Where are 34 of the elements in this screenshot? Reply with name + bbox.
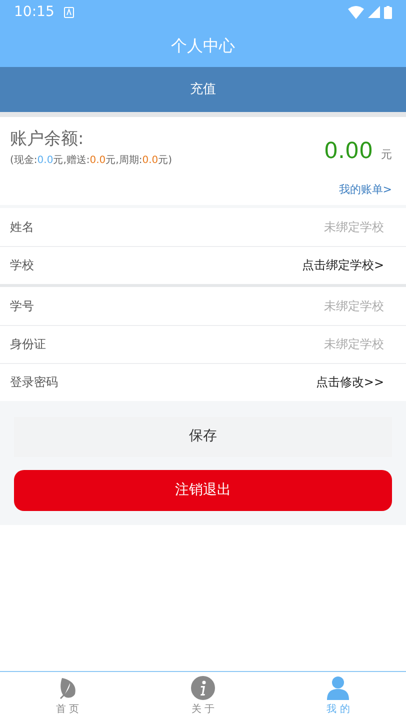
logout-button[interactable]: 注销退出: [14, 470, 392, 510]
row-value: 点击修改>>: [316, 374, 385, 391]
row-label: 姓名: [10, 218, 34, 236]
balance-unit: 元: [381, 147, 392, 163]
form-row[interactable]: 学校 点击绑定学校>: [0, 246, 406, 284]
leaf-icon: [58, 676, 78, 700]
row-value: 未绑定学校: [324, 298, 385, 314]
wifi-icon: [348, 6, 364, 18]
page-title: 个人中心: [171, 34, 235, 56]
recharge-button[interactable]: 充值: [0, 67, 406, 112]
nav-tab[interactable]: 首 页: [0, 672, 136, 721]
row-value: 点击绑定学校>: [302, 257, 385, 274]
form-row[interactable]: 身份证 未绑定学校: [0, 324, 406, 362]
battery-icon: [384, 6, 392, 18]
form-row[interactable]: 学号 未绑定学校: [0, 286, 406, 324]
row-value: 未绑定学校: [324, 336, 385, 353]
row-label: 学校: [10, 257, 34, 274]
balance-amount: 0.00: [324, 138, 373, 166]
form-row[interactable]: 登录密码 点击修改>>: [0, 362, 406, 400]
person-icon: [327, 676, 350, 700]
save-button[interactable]: 保存: [14, 416, 392, 456]
row-label: 身份证: [10, 336, 46, 353]
status-time: 10:15: [14, 2, 54, 22]
signal-icon: [368, 6, 380, 18]
form-row[interactable]: 姓名 未绑定学校: [0, 208, 406, 246]
notification-icon: [64, 6, 74, 18]
nav-tab[interactable]: 关 于: [135, 672, 271, 721]
info-icon: [190, 676, 215, 700]
balance-label: 账户余额:: [10, 128, 85, 151]
row-value: 未绑定学校: [324, 218, 385, 236]
bill-link[interactable]: 我的账单>: [338, 182, 392, 198]
row-label: 学号: [10, 298, 34, 314]
balance-breakdown: (现金:0.0元,赠送:0.0元,周期:0.0元): [10, 154, 172, 168]
row-label: 登录密码: [10, 374, 58, 391]
